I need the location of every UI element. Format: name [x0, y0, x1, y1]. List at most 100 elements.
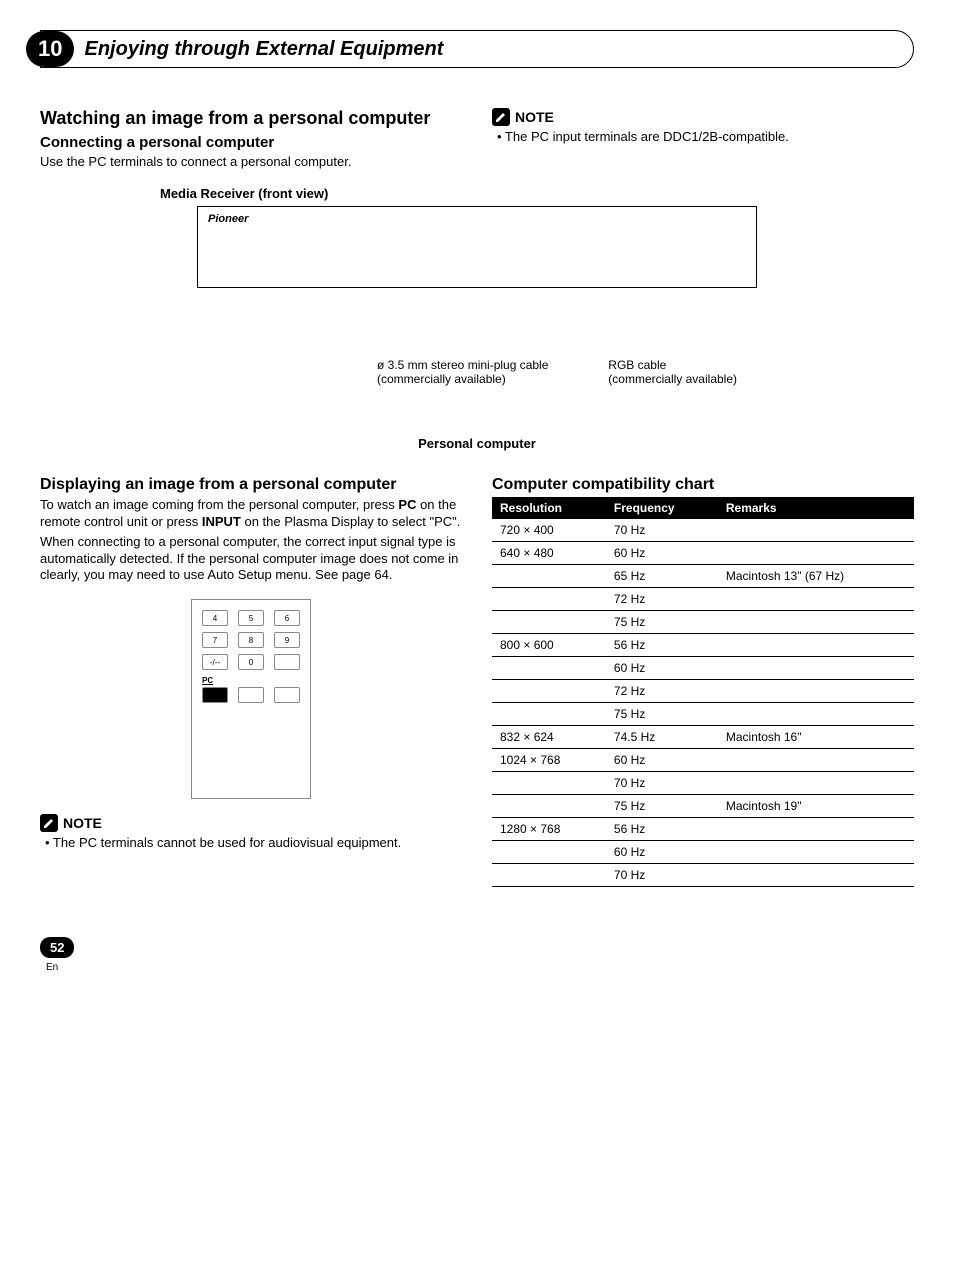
table-row: 75 Hz: [492, 702, 914, 725]
table-cell: 832 × 624: [492, 725, 606, 748]
table-cell: 70 Hz: [606, 771, 718, 794]
table-cell: [492, 771, 606, 794]
pencil-icon: [40, 814, 58, 832]
table-cell: 70 Hz: [606, 519, 718, 542]
displaying-heading: Displaying an image from a personal comp…: [40, 476, 462, 494]
table-cell: [718, 863, 914, 886]
table-cell: 1280 × 768: [492, 817, 606, 840]
table-row: 800 × 60056 Hz: [492, 633, 914, 656]
table-cell: 75 Hz: [606, 794, 718, 817]
diagram-box: Pioneer ø 3.5 mm stereo mini-plug cable …: [197, 206, 757, 451]
remote-row-1: 4 5 6: [202, 610, 300, 626]
remote-btn-7: 7: [202, 632, 228, 648]
table-cell: [492, 702, 606, 725]
table-cell: [492, 656, 606, 679]
cable-left-line1: ø 3.5 mm stereo mini-plug cable: [377, 358, 548, 372]
table-row: 72 Hz: [492, 679, 914, 702]
table-cell: 70 Hz: [606, 863, 718, 886]
chapter-header: 10 Enjoying through External Equipment: [40, 30, 914, 68]
table-cell: Macintosh 16": [718, 725, 914, 748]
table-cell: 800 × 600: [492, 633, 606, 656]
media-receiver-outline: Pioneer: [197, 206, 757, 288]
note-bottom-body: • The PC terminals cannot be used for au…: [55, 835, 462, 852]
note-top-body: • The PC input terminals are DDC1/2B-com…: [507, 129, 914, 146]
table-cell: [492, 840, 606, 863]
table-cell: 720 × 400: [492, 519, 606, 542]
remote-btn-4: 4: [202, 610, 228, 626]
table-cell: 1024 × 768: [492, 748, 606, 771]
table-cell: [492, 564, 606, 587]
displaying-body2: When connecting to a personal computer, …: [40, 534, 462, 585]
table-cell: [492, 794, 606, 817]
remote-row-3: -/-- 0: [202, 654, 300, 670]
table-cell: 75 Hz: [606, 610, 718, 633]
table-row: 75 Hz: [492, 610, 914, 633]
compat-tbody: 720 × 40070 Hz640 × 48060 Hz65 HzMacinto…: [492, 519, 914, 887]
pc-bold: PC: [398, 497, 416, 512]
note-bottom: NOTE: [40, 814, 462, 832]
table-cell: [718, 519, 914, 542]
table-cell: 65 Hz: [606, 564, 718, 587]
watching-heading: Watching an image from a personal comput…: [40, 108, 462, 129]
table-cell: 56 Hz: [606, 633, 718, 656]
remote-btn-x2: [274, 687, 300, 703]
table-row: 640 × 48060 Hz: [492, 541, 914, 564]
th-remarks: Remarks: [718, 497, 914, 519]
table-cell: 60 Hz: [606, 541, 718, 564]
compat-heading: Computer compatibility chart: [492, 476, 914, 494]
bottom-columns: Displaying an image from a personal comp…: [40, 471, 914, 887]
table-row: 60 Hz: [492, 656, 914, 679]
table-row: 720 × 40070 Hz: [492, 519, 914, 542]
table-row: 75 HzMacintosh 19": [492, 794, 914, 817]
connection-diagram: Media Receiver (front view) Pioneer ø 3.…: [40, 186, 914, 451]
table-cell: [718, 610, 914, 633]
remote-pc-label: PC: [202, 676, 300, 685]
remote-btn-6: 6: [274, 610, 300, 626]
displaying-column: Displaying an image from a personal comp…: [40, 471, 462, 887]
table-row: 70 Hz: [492, 863, 914, 886]
table-cell: 75 Hz: [606, 702, 718, 725]
table-row: 70 Hz: [492, 771, 914, 794]
receiver-caption: Media Receiver (front view): [160, 186, 914, 201]
table-cell: [492, 863, 606, 886]
cable-labels: ø 3.5 mm stereo mini-plug cable (commerc…: [197, 358, 757, 386]
table-cell: 60 Hz: [606, 656, 718, 679]
table-cell: 60 Hz: [606, 748, 718, 771]
pioneer-logo: Pioneer: [208, 213, 248, 225]
input-bold: INPUT: [202, 514, 241, 529]
table-cell: [718, 702, 914, 725]
table-row: 1280 × 76856 Hz: [492, 817, 914, 840]
remote-btn-5: 5: [238, 610, 264, 626]
remote-row-pc: [202, 687, 300, 703]
table-cell: 72 Hz: [606, 587, 718, 610]
table-cell: [718, 840, 914, 863]
table-cell: 60 Hz: [606, 840, 718, 863]
body1-e: on the Plasma Display to select "PC".: [241, 514, 461, 529]
table-row: 72 Hz: [492, 587, 914, 610]
compat-column: Computer compatibility chart Resolution …: [492, 471, 914, 887]
mini-plug-cable-label: ø 3.5 mm stereo mini-plug cable (commerc…: [377, 358, 548, 386]
remote-btn-0: 0: [238, 654, 264, 670]
th-resolution: Resolution: [492, 497, 606, 519]
remote-btn-blank: [274, 654, 300, 670]
table-cell: [492, 610, 606, 633]
table-cell: [718, 541, 914, 564]
body1-a: To watch an image coming from the person…: [40, 497, 398, 512]
pencil-icon: [492, 108, 510, 126]
compat-header-row: Resolution Frequency Remarks: [492, 497, 914, 519]
displaying-body1: To watch an image coming from the person…: [40, 497, 462, 531]
remote-btn-pc: [202, 687, 228, 703]
top-left-column: Watching an image from a personal comput…: [40, 98, 462, 174]
table-cell: 640 × 480: [492, 541, 606, 564]
page-number: 52: [40, 937, 74, 958]
table-cell: Macintosh 19": [718, 794, 914, 817]
table-cell: [718, 771, 914, 794]
connecting-subheading: Connecting a personal computer: [40, 134, 462, 151]
note-label-text: NOTE: [515, 109, 554, 125]
top-columns: Watching an image from a personal comput…: [40, 98, 914, 174]
top-right-column: NOTE • The PC input terminals are DDC1/2…: [492, 98, 914, 174]
cable-right-line1: RGB cable: [608, 358, 666, 372]
table-row: 65 HzMacintosh 13" (67 Hz): [492, 564, 914, 587]
personal-computer-caption: Personal computer: [197, 436, 757, 451]
note-top: NOTE: [492, 108, 914, 126]
